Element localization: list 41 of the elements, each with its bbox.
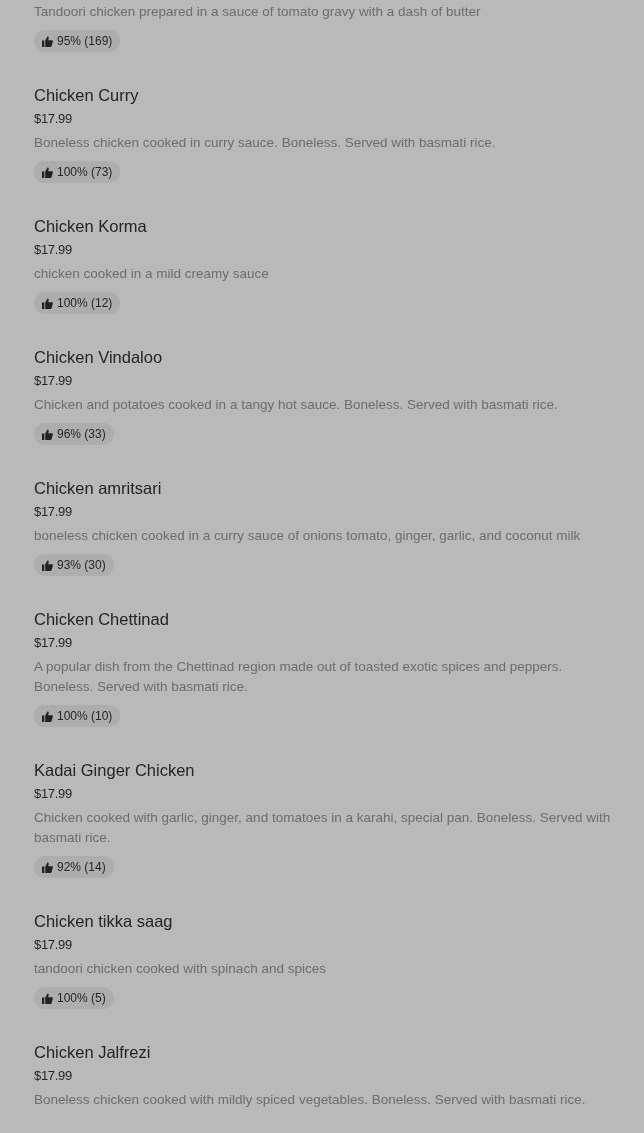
- dish-price: $17.99: [34, 372, 73, 390]
- dish-description: Chicken and potatoes cooked in a tangy hot sauce. Boneless. Served with basmati rice.: [34, 396, 559, 414]
- dish-name[interactable]: Chicken Vindaloo: [34, 345, 614, 369]
- dish-price: $17.99: [34, 503, 73, 521]
- thumbs-up-icon: [42, 559, 53, 571]
- rating-text: 100% (5): [57, 991, 106, 1005]
- dish-description: tandoori chicken cooked with spinach and spices: [34, 960, 327, 978]
- rating-text: 96% (33): [57, 427, 106, 441]
- dish-description: A popular dish from the Chettinad region made out of toasted exotic spices and peppers. Boneless. Served with basmati rice.: [34, 658, 564, 696]
- rating-text: 95% (169): [57, 34, 113, 48]
- dish-description: Tandoori chicken prepared in a sauce of tomato gravy with a dash of butter: [34, 3, 482, 21]
- dish-price: $17.99: [34, 1067, 73, 1085]
- dish-name[interactable]: Chicken amritsari: [34, 476, 614, 500]
- dish-description: boneless chicken cooked in a curry sauce of onions tomato, ginger, garlic, and coconut milk: [34, 527, 582, 545]
- thumbs-up-icon: [42, 166, 53, 178]
- rating-text: 93% (30): [57, 558, 106, 572]
- thumbs-up-icon: [42, 297, 53, 309]
- rating-text: 92% (14): [57, 860, 106, 874]
- thumbs-up-icon: [42, 710, 53, 722]
- dish-price: $17.99: [34, 110, 73, 128]
- thumbs-up-icon: [42, 861, 53, 873]
- dish-name[interactable]: Kadai Ginger Chicken: [34, 758, 614, 782]
- dish-name[interactable]: Chicken Chettinad: [34, 607, 614, 631]
- dish-name[interactable]: Chicken tikka saag: [34, 909, 614, 933]
- dish-description: Boneless chicken cooked with mildly spiced vegetables. Boneless. Served with basmati rice.: [34, 1091, 587, 1109]
- thumbs-up-icon: [42, 428, 53, 440]
- dish-price: $17.99: [34, 241, 73, 259]
- dish-price: $17.99: [34, 634, 73, 652]
- dish-name[interactable]: Chicken Korma: [34, 214, 614, 238]
- dish-description: chicken cooked in a mild creamy sauce: [34, 265, 270, 283]
- dish-price: $17.99: [34, 936, 73, 954]
- rating-text: 100% (73): [57, 165, 113, 179]
- dish-description: Boneless chicken cooked in curry sauce. Boneless. Served with basmati rice.: [34, 134, 497, 152]
- dish-price: $17.99: [34, 785, 73, 803]
- rating-text: 100% (10): [57, 709, 113, 723]
- thumbs-up-icon: [42, 35, 53, 47]
- thumbs-up-icon: [42, 992, 53, 1004]
- dish-description: Chicken cooked with garlic, ginger, and tomatoes in a karahi, special pan. Boneless. Served with basmati rice.: [34, 809, 612, 847]
- dish-name[interactable]: Chicken Jalfrezi: [34, 1040, 614, 1064]
- dish-name[interactable]: Chicken Curry: [34, 83, 614, 107]
- rating-text: 100% (12): [57, 296, 113, 310]
